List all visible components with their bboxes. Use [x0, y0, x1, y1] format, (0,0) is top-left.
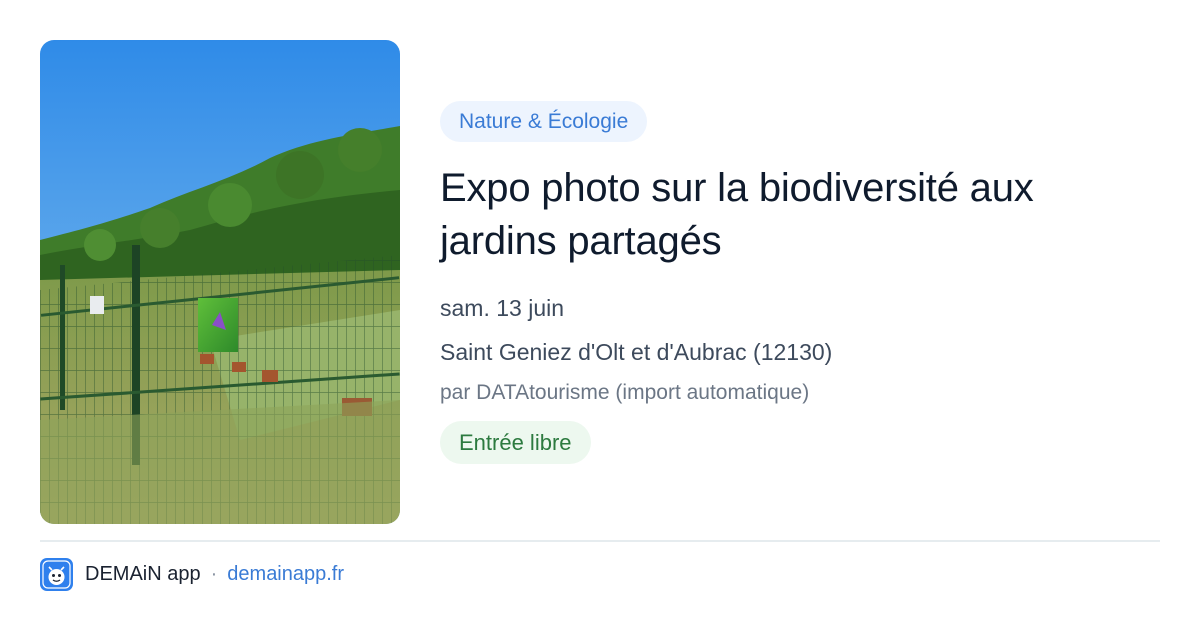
- event-title-line-2: jardins partagés: [440, 219, 722, 263]
- event-title-line-1: Expo photo sur la biodiversité aux: [440, 166, 1034, 210]
- event-details: Nature & Écologie Expo photo sur la biod…: [440, 101, 1160, 464]
- app-domain-link[interactable]: demainapp.fr: [227, 563, 344, 586]
- price-badge: Entrée libre: [440, 421, 591, 464]
- event-location: Saint Geniez d'Olt et d'Aubrac (12130): [440, 339, 833, 365]
- event-source: par DATAtourisme (import automatique): [440, 381, 810, 404]
- event-photo: [40, 40, 400, 524]
- footer-separator: ·: [210, 563, 218, 585]
- app-name: DEMAiN app: [85, 563, 201, 585]
- event-share-card: Nature & Écologie Expo photo sur la biod…: [0, 0, 1200, 630]
- garden-fence-photo-image: [40, 40, 400, 524]
- demain-app-logo-icon: [40, 558, 73, 591]
- category-badge[interactable]: Nature & Écologie: [440, 101, 648, 142]
- event-date: sam. 13 juin: [440, 295, 565, 321]
- footer: DEMAiN app · demainapp.fr: [40, 558, 344, 591]
- footer-divider: [40, 540, 1160, 542]
- event-title: Expo photo sur la biodiversité aux jardi…: [440, 162, 1160, 268]
